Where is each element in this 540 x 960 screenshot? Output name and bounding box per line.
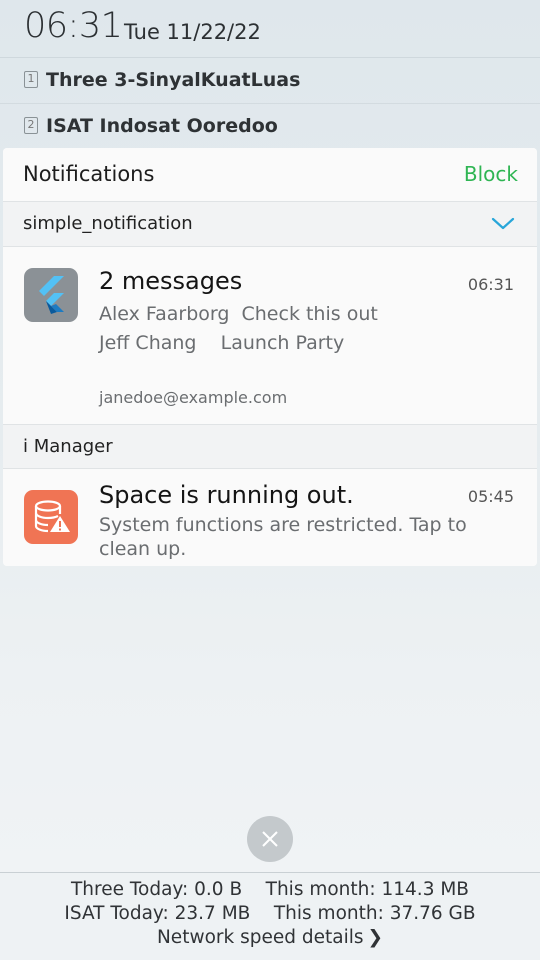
notification-title: Space is running out.: [99, 481, 354, 509]
notification-time: 06:31: [467, 275, 514, 294]
notifications-panel: Notifications Block simple_notification …: [3, 148, 537, 566]
group-name: simple_notification: [23, 213, 193, 234]
notification-title: 2 messages: [99, 267, 243, 295]
account-email: janedoe@example.com: [99, 388, 288, 407]
block-button[interactable]: Block: [464, 162, 518, 186]
sim-row-2: 2 ISAT Indosat Ooredoo: [0, 104, 540, 150]
message-line: Jeff Chang Launch Party: [99, 332, 345, 354]
chevron-down-icon[interactable]: [491, 214, 515, 232]
sim-1-icon: 1: [24, 71, 38, 88]
panel-title: Notifications: [23, 162, 155, 186]
network-speed-label: Network speed details: [156, 927, 364, 948]
sim-2-carrier: ISAT Indosat Ooredoo: [46, 115, 278, 137]
group-name: i Manager: [23, 436, 113, 457]
status-bar: 06:31 Tue 11/22/22: [0, 0, 540, 58]
storage-warning-icon: [24, 490, 78, 544]
group-i-manager[interactable]: i Manager: [3, 424, 537, 469]
clock: 06:31: [24, 6, 123, 46]
sim-2-icon: 2: [24, 117, 38, 134]
notifications-header: Notifications Block: [3, 148, 537, 202]
usage-isat: ISAT Today: 23.7 MB This month: 37.76 GB: [64, 903, 476, 924]
notification-body: System functions are restricted. Tap to …: [99, 514, 467, 560]
message-line: Alex Faarborg Check this out: [99, 303, 378, 325]
sim-1-carrier: Three 3-SinyalKuatLuas: [46, 69, 301, 91]
notification-time: 05:45: [467, 487, 514, 506]
network-speed-link[interactable]: Network speed details ❯: [0, 927, 540, 948]
clear-all-button[interactable]: [247, 816, 293, 862]
usage-three: Three Today: 0.0 B This month: 114.3 MB: [71, 879, 469, 900]
flutter-icon: [24, 268, 78, 322]
sim-row-1: 1 Three 3-SinyalKuatLuas: [0, 58, 540, 104]
group-simple-notification[interactable]: simple_notification: [3, 202, 537, 247]
date: Tue 11/22/22: [124, 20, 261, 44]
chevron-right-icon: ❯: [367, 927, 384, 948]
notification-storage[interactable]: Space is running out. 05:45 System funct…: [3, 469, 537, 566]
data-usage-footer: Three Today: 0.0 B This month: 114.3 MB …: [0, 872, 540, 960]
notification-messages[interactable]: 2 messages 06:31 Alex Faarborg Check thi…: [3, 247, 537, 424]
close-icon: [262, 831, 278, 847]
